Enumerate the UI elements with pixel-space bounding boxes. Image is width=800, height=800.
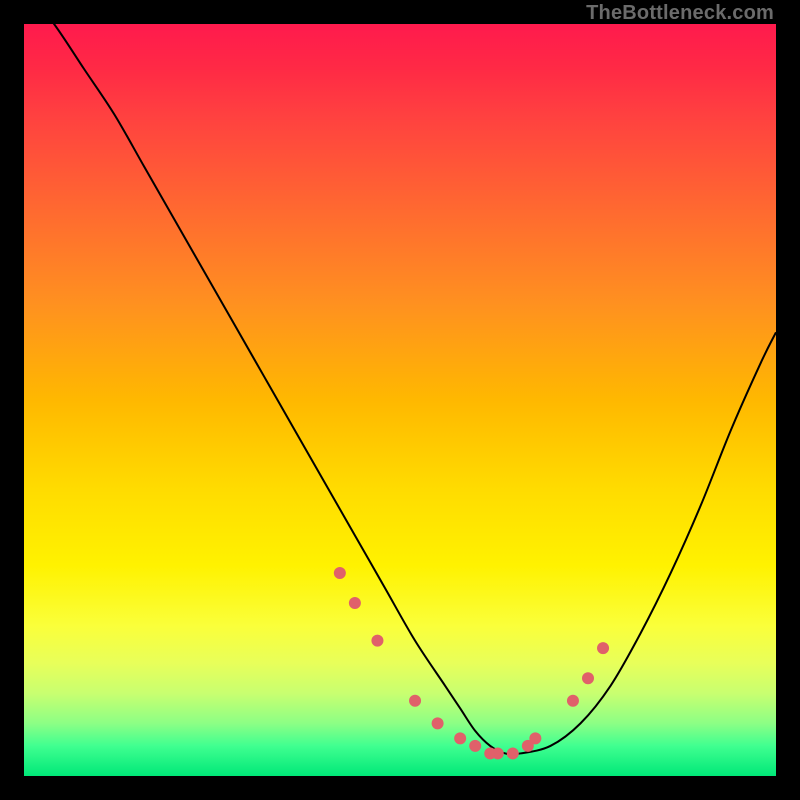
highlight-point — [349, 597, 361, 609]
chart-svg — [24, 24, 776, 776]
marker-layer — [334, 567, 609, 759]
attribution-text: TheBottleneck.com — [586, 2, 774, 25]
plot-area — [24, 24, 776, 776]
curve-layer — [24, 24, 776, 754]
chart-frame — [24, 24, 776, 776]
highlight-point — [371, 635, 383, 647]
highlight-point — [507, 747, 519, 759]
highlight-point — [529, 732, 541, 744]
highlight-point — [582, 672, 594, 684]
highlight-point — [432, 717, 444, 729]
highlight-point — [454, 732, 466, 744]
bottleneck-curve — [24, 24, 776, 754]
highlight-point — [409, 695, 421, 707]
highlight-point — [334, 567, 346, 579]
highlight-point — [492, 747, 504, 759]
highlight-point — [469, 740, 481, 752]
highlight-point — [567, 695, 579, 707]
highlight-point — [597, 642, 609, 654]
